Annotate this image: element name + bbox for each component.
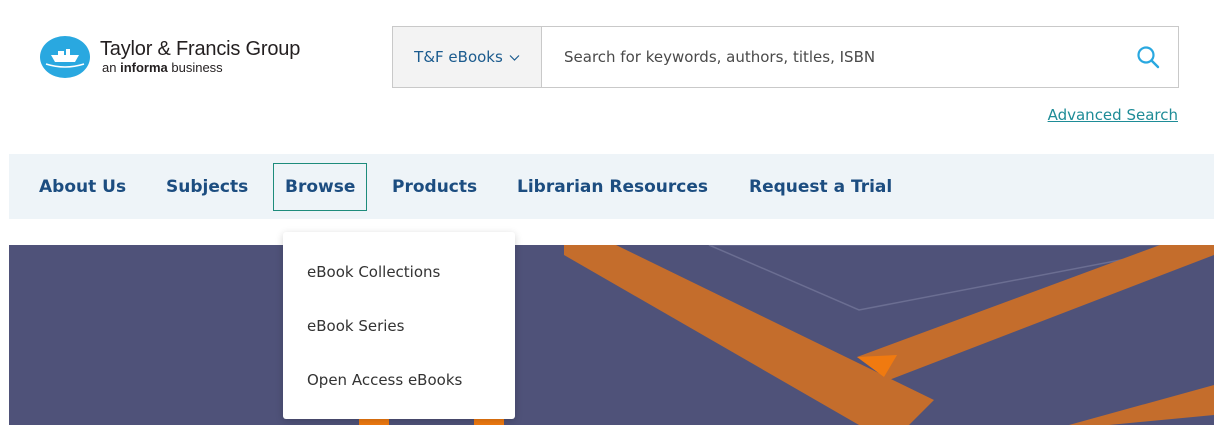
search-icon (1137, 46, 1160, 69)
nav-item-librarian-resources[interactable]: Librarian Resources (517, 163, 708, 211)
brand-subtitle: an informa business (102, 60, 300, 76)
search-bar: T&F eBooks (392, 26, 1179, 88)
brand-subtitle-bold: informa (120, 60, 168, 75)
advanced-search-link[interactable]: Advanced Search (1048, 106, 1178, 124)
search-button[interactable] (1118, 27, 1178, 87)
browse-dropdown-menu: eBook Collections eBook Series Open Acce… (283, 232, 515, 419)
dropdown-item-ebook-collections[interactable]: eBook Collections (283, 245, 515, 299)
brand-text: Taylor & Francis Group an informa busine… (100, 38, 300, 76)
brand-logo[interactable]: Taylor & Francis Group an informa busine… (38, 34, 300, 80)
nav-item-subjects[interactable]: Subjects (166, 163, 248, 211)
search-scope-dropdown[interactable]: T&F eBooks (393, 27, 542, 87)
hero-banner (9, 245, 1214, 425)
brand-title: Taylor & Francis Group (100, 38, 301, 60)
brand-subtitle-prefix: an (102, 60, 121, 75)
nav-item-browse[interactable]: Browse (273, 163, 368, 211)
search-scope-label: T&F eBooks (414, 48, 503, 66)
main-nav: About Us Subjects Browse Products Librar… (9, 154, 1214, 219)
nav-item-request-a-trial[interactable]: Request a Trial (749, 163, 892, 211)
banner-pattern (359, 245, 1214, 425)
dropdown-item-ebook-series[interactable]: eBook Series (283, 299, 515, 353)
chevron-down-icon (509, 54, 520, 61)
nav-item-about-us[interactable]: About Us (39, 163, 126, 211)
dropdown-item-open-access-ebooks[interactable]: Open Access eBooks (283, 353, 515, 407)
brand-subtitle-suffix: business (167, 60, 223, 75)
tf-boat-logo-icon (40, 36, 90, 78)
search-input[interactable] (542, 27, 1118, 87)
nav-item-products[interactable]: Products (392, 163, 477, 211)
